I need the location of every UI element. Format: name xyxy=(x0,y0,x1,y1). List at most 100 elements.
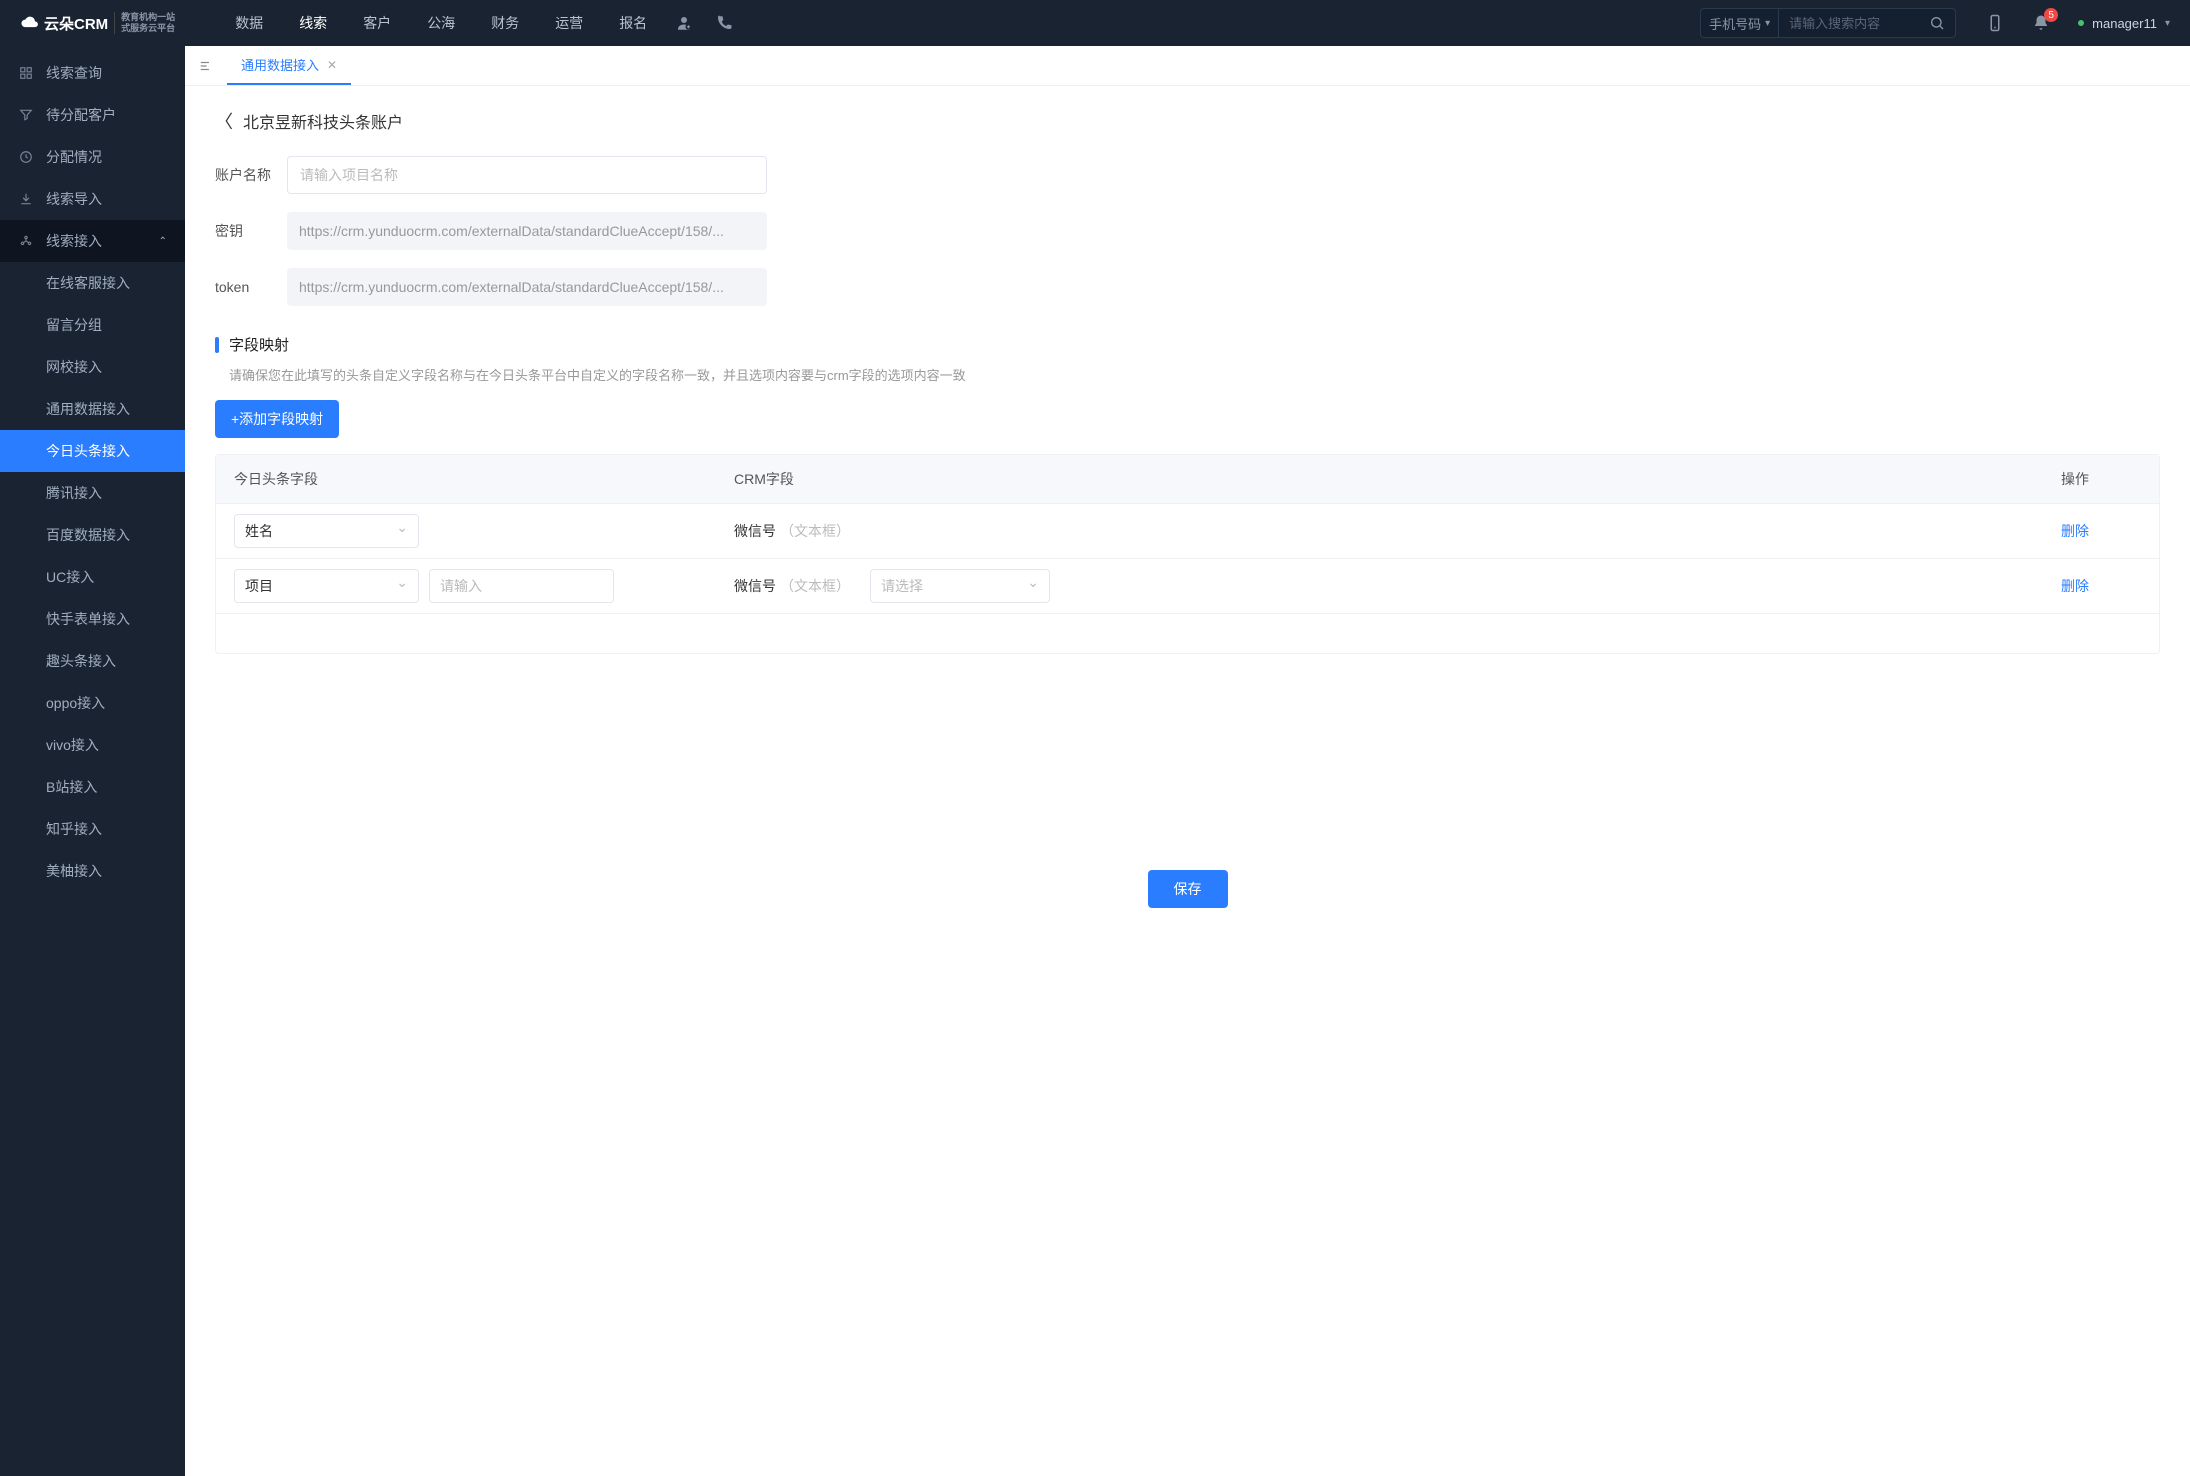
search-type-select[interactable]: 手机号码 ▾ xyxy=(1701,9,1779,37)
toutiao-field-select[interactable]: 项目 xyxy=(234,569,419,603)
clock-icon xyxy=(18,149,34,165)
section-title: 字段映射 xyxy=(229,334,289,355)
token-value[interactable]: https://crm.yunduocrm.com/externalData/s… xyxy=(287,268,767,306)
th-toutiao: 今日头条字段 xyxy=(234,469,734,489)
search-icon[interactable] xyxy=(1919,15,1955,31)
sidebar-item-label: 待分配客户 xyxy=(46,105,116,125)
table-row-empty xyxy=(216,613,2159,653)
search-box: 手机号码 ▾ xyxy=(1700,8,1956,38)
mobile-icon[interactable] xyxy=(1986,14,2004,32)
save-button[interactable]: 保存 xyxy=(1148,870,1228,908)
plug-icon xyxy=(18,233,34,249)
account-name-input[interactable] xyxy=(287,156,767,194)
nav-public[interactable]: 公海 xyxy=(427,13,455,33)
sidebar-item-label: 分配情况 xyxy=(46,147,102,167)
bell-icon[interactable]: 5 xyxy=(2032,14,2050,32)
toutiao-custom-input[interactable] xyxy=(429,569,614,603)
table-row: 姓名 微信号 （文本框） 删除 xyxy=(216,503,2159,558)
sidebar-sub-uc[interactable]: UC接入 xyxy=(0,556,185,598)
delete-button[interactable]: 删除 xyxy=(2061,578,2089,594)
user-name: manager11 xyxy=(2092,16,2157,31)
sidebar-sub-tencent[interactable]: 腾讯接入 xyxy=(0,472,185,514)
th-action: 操作 xyxy=(2061,469,2141,489)
sidebar-item-access[interactable]: 线索接入 ⌃ xyxy=(0,220,185,262)
section-header: 字段映射 xyxy=(215,334,2160,355)
nav-clue[interactable]: 线索 xyxy=(299,13,327,33)
crm-field-select[interactable]: 请选择 xyxy=(870,569,1050,603)
sidebar-sub-school[interactable]: 网校接入 xyxy=(0,346,185,388)
sidebar-sub-kuaishou[interactable]: 快手表单接入 xyxy=(0,598,185,640)
sidebar-item-import[interactable]: 线索导入 xyxy=(0,178,185,220)
secret-value[interactable]: https://crm.yunduocrm.com/externalData/s… xyxy=(287,212,767,250)
sidebar-sub-meiyou[interactable]: 美柚接入 xyxy=(0,850,185,892)
sidebar-sub-online-service[interactable]: 在线客服接入 xyxy=(0,262,185,304)
main: 通用数据接入 ✕ 〈 北京昱新科技头条账户 账户名称 密钥 https://cr… xyxy=(185,46,2190,1476)
phone-icon[interactable] xyxy=(715,14,733,32)
table-row: 项目 微信号 （文本框） 请选择 删除 xyxy=(216,558,2159,613)
header-icon-group xyxy=(675,14,733,32)
form-row-account: 账户名称 xyxy=(215,156,2160,194)
back-icon[interactable]: 〈 xyxy=(215,108,233,134)
sidebar-sub-oppo[interactable]: oppo接入 xyxy=(0,682,185,724)
nav-operation[interactable]: 运营 xyxy=(555,13,583,33)
content: 〈 北京昱新科技头条账户 账户名称 密钥 https://crm.yunduoc… xyxy=(185,86,2190,1476)
secret-label: 密钥 xyxy=(215,221,287,241)
add-mapping-button[interactable]: +添加字段映射 xyxy=(215,400,339,438)
tabs-toggle-icon[interactable] xyxy=(185,59,227,73)
sidebar-sub-zhihu[interactable]: 知乎接入 xyxy=(0,808,185,850)
page-title: 北京昱新科技头条账户 xyxy=(243,109,403,133)
sidebar: 线索查询 待分配客户 分配情况 线索导入 线索接入 ⌃ 在线客服接入 留言分组 … xyxy=(0,46,185,1476)
header-right: 5 manager11 ▾ xyxy=(1986,14,2170,32)
sidebar-item-label: 线索导入 xyxy=(46,189,102,209)
toutiao-field-select[interactable]: 姓名 xyxy=(234,514,419,548)
crm-field-value: 微信号 （文本框） xyxy=(734,576,850,596)
top-nav: 数据 线索 客户 公海 财务 运营 报名 xyxy=(235,13,647,33)
nav-data[interactable]: 数据 xyxy=(235,13,263,33)
cloud-icon xyxy=(20,13,40,33)
token-label: token xyxy=(215,279,287,295)
logo-text: 云朵CRM xyxy=(44,13,108,34)
nav-customer[interactable]: 客户 xyxy=(363,13,391,33)
status-dot-icon xyxy=(2078,20,2084,26)
nav-signup[interactable]: 报名 xyxy=(619,13,647,33)
mapping-table: 今日头条字段 CRM字段 操作 姓名 微信号 （文本框） xyxy=(215,454,2160,654)
sidebar-item-clue-query[interactable]: 线索查询 xyxy=(0,52,185,94)
table-header: 今日头条字段 CRM字段 操作 xyxy=(216,455,2159,503)
grid-icon xyxy=(18,65,34,81)
close-icon[interactable]: ✕ xyxy=(327,58,337,72)
filter-icon xyxy=(18,107,34,123)
footer: 保存 xyxy=(215,854,2160,924)
export-icon xyxy=(18,191,34,207)
sidebar-sub-toutiao[interactable]: 今日头条接入 xyxy=(0,430,185,472)
sidebar-item-allocation[interactable]: 分配情况 xyxy=(0,136,185,178)
sidebar-sub-vivo[interactable]: vivo接入 xyxy=(0,724,185,766)
logo-subtitle: 教育机构一站 式服务云平台 xyxy=(114,12,175,34)
notification-badge: 5 xyxy=(2044,8,2058,22)
user-menu[interactable]: manager11 ▾ xyxy=(2078,16,2170,31)
user-add-icon[interactable] xyxy=(675,14,693,32)
sidebar-sub-bilibili[interactable]: B站接入 xyxy=(0,766,185,808)
sidebar-item-label: 线索接入 xyxy=(46,231,102,251)
tabs-bar: 通用数据接入 ✕ xyxy=(185,46,2190,86)
sidebar-sub-message-group[interactable]: 留言分组 xyxy=(0,304,185,346)
account-label: 账户名称 xyxy=(215,165,287,185)
page-header: 〈 北京昱新科技头条账户 xyxy=(215,108,2160,134)
form-row-secret: 密钥 https://crm.yunduocrm.com/externalDat… xyxy=(215,212,2160,250)
logo[interactable]: 云朵CRM 教育机构一站 式服务云平台 xyxy=(0,12,195,34)
sidebar-item-label: 线索查询 xyxy=(46,63,102,83)
nav-finance[interactable]: 财务 xyxy=(491,13,519,33)
form-row-token: token https://crm.yunduocrm.com/external… xyxy=(215,268,2160,306)
crm-field-value: 微信号 （文本框） xyxy=(734,521,2061,541)
chevron-down-icon: ▾ xyxy=(1765,18,1770,29)
tab-label: 通用数据接入 xyxy=(241,55,319,74)
section-description: 请确保您在此填写的头条自定义字段名称与在今日头条平台中自定义的字段名称一致，并且… xyxy=(215,365,2160,384)
sidebar-sub-qutoutiao[interactable]: 趣头条接入 xyxy=(0,640,185,682)
sidebar-sub-baidu[interactable]: 百度数据接入 xyxy=(0,514,185,556)
tab-general-data[interactable]: 通用数据接入 ✕ xyxy=(227,46,351,85)
sidebar-item-pending[interactable]: 待分配客户 xyxy=(0,94,185,136)
section-bar-icon xyxy=(215,337,219,353)
sidebar-sub-general-data[interactable]: 通用数据接入 xyxy=(0,388,185,430)
delete-button[interactable]: 删除 xyxy=(2061,523,2089,539)
chevron-down-icon: ▾ xyxy=(2165,18,2170,29)
search-input[interactable] xyxy=(1779,16,1919,31)
